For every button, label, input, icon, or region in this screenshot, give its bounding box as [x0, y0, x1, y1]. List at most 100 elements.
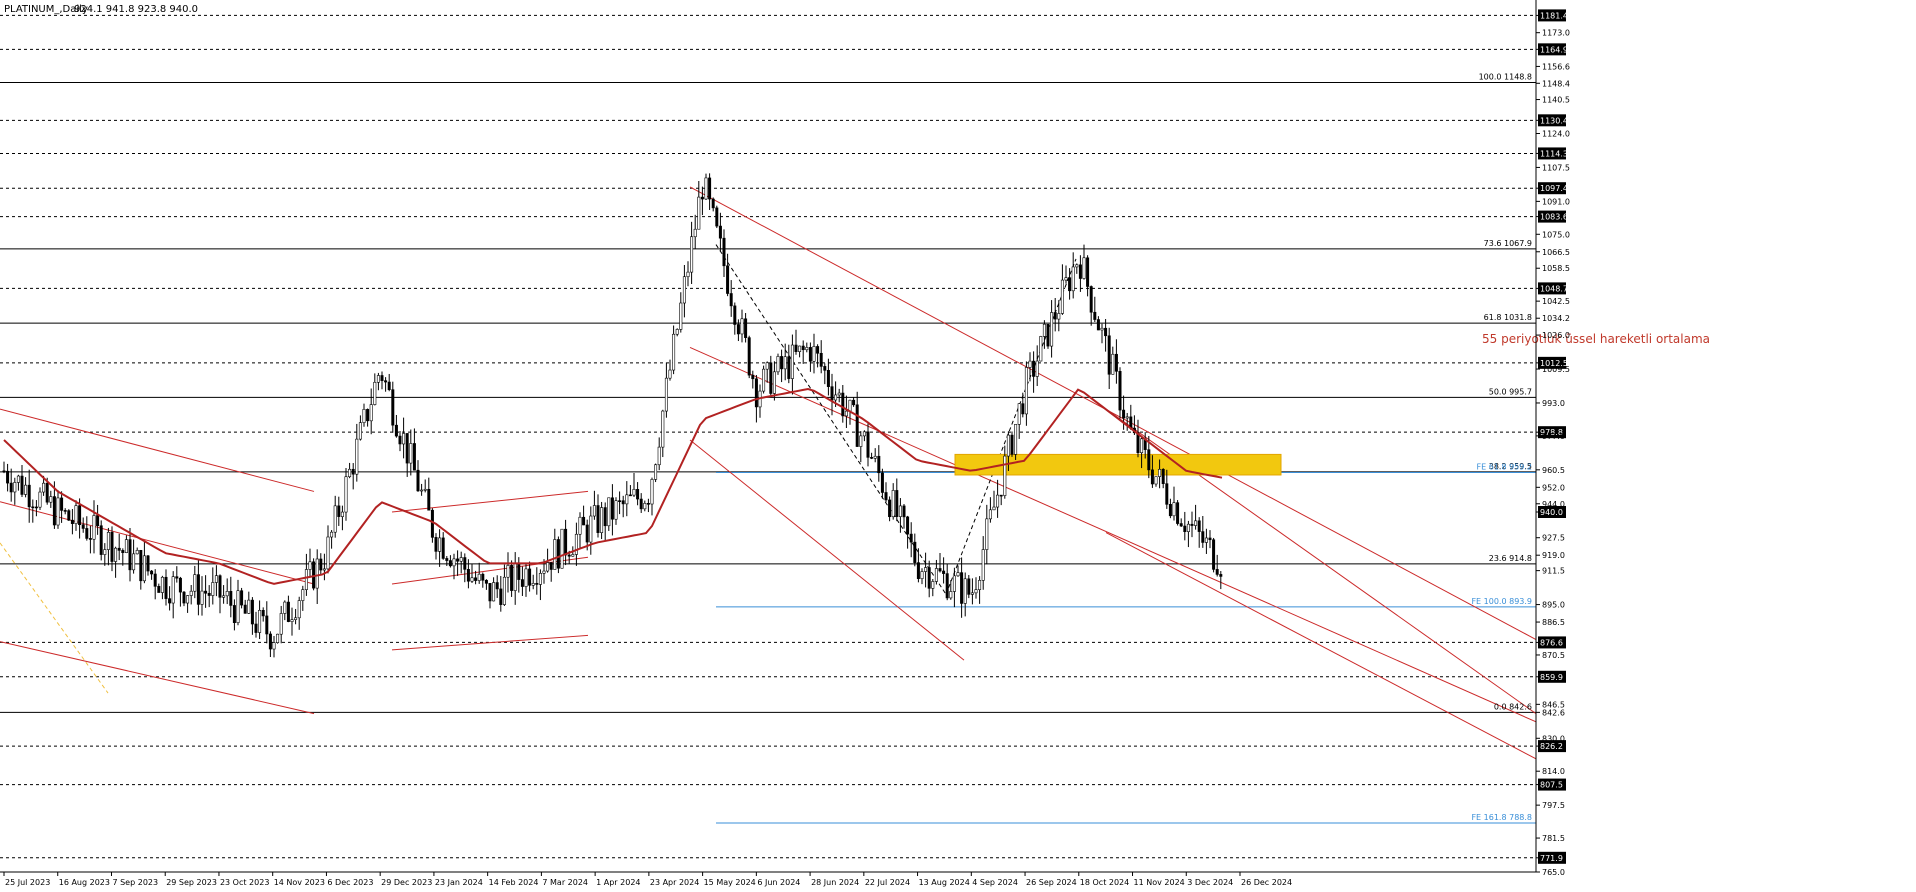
candle-body [1064, 277, 1068, 281]
candle-body [1114, 353, 1118, 372]
candle-body [13, 482, 17, 493]
candle-body [790, 344, 794, 379]
candle-body [506, 565, 510, 578]
candle-body [736, 324, 740, 335]
candle-body [1172, 502, 1176, 517]
candle-body [632, 489, 636, 496]
price-tick-label: 1048.7 [1540, 284, 1568, 293]
candle-body [776, 356, 780, 373]
candle-body [960, 572, 964, 604]
candle-body [1183, 525, 1187, 532]
candle-body [121, 550, 125, 553]
candle-body [175, 576, 179, 579]
candle-body [1046, 323, 1050, 347]
candle-body [229, 591, 233, 606]
candle-body [906, 516, 910, 535]
candle-body [362, 409, 366, 423]
candle-body [186, 595, 190, 604]
candle-body [1168, 504, 1172, 517]
candle-body [1028, 360, 1032, 368]
candle-body [1107, 335, 1111, 375]
time-tick-label: 14 Feb 2024 [489, 878, 539, 887]
candle-body [636, 489, 640, 500]
candle-body [567, 554, 571, 557]
candle-body [1089, 286, 1093, 313]
candle-body [528, 568, 532, 586]
candle-body [355, 438, 359, 475]
candle-body [1201, 531, 1205, 543]
candle-body [488, 583, 492, 602]
candle-body [171, 576, 175, 604]
candle-body [967, 578, 971, 595]
candle-body [657, 446, 661, 466]
candle-body [492, 582, 496, 602]
candle-body [157, 586, 161, 593]
candle-body [772, 371, 776, 394]
chart-window[interactable]: 100.0 1148.8 73.6 1067.9 61.8 1031.8 50.0 9… [0, 0, 1916, 888]
candle-body [1111, 353, 1115, 375]
price-tick-label: 765.0 [1542, 868, 1565, 877]
price-tick-label: 1140.5 [1542, 96, 1570, 105]
candle-body [52, 496, 56, 526]
candle-body [1075, 264, 1079, 268]
candle-body [1140, 438, 1144, 454]
candle-body [409, 443, 413, 464]
time-tick-label: 29 Sep 2023 [166, 878, 217, 887]
candle-body [398, 435, 402, 445]
price-axis[interactable]: 1181.4 1173.0 1164.9 1156.6 1148.4 1140.5 1130… [1535, 0, 1570, 877]
candle-body [218, 575, 222, 598]
candle-body [1197, 520, 1201, 532]
candle-body [690, 236, 694, 273]
candle-body [848, 399, 852, 412]
ema-annotation: 55 periyotluk üssel hareketli ortalama [1482, 332, 1710, 346]
candle-body [402, 433, 406, 445]
candle-body [1024, 367, 1028, 415]
candle-body [931, 581, 935, 589]
candle-body [546, 562, 550, 572]
candle-body [535, 582, 539, 585]
candle-body [2, 470, 6, 473]
candle-body [578, 516, 582, 535]
candle-body [826, 370, 830, 387]
candle-body [1053, 312, 1057, 320]
candle-body [643, 502, 647, 510]
candle-body [672, 333, 676, 371]
candle-body [283, 601, 287, 614]
candle-body [592, 505, 596, 517]
price-chart[interactable]: 100.0 1148.8 73.6 1067.9 61.8 1031.8 50.0 9… [0, 0, 1916, 888]
candle-body [607, 497, 611, 527]
candle-body [589, 515, 593, 543]
candle-body [553, 539, 557, 570]
candle-body [614, 500, 618, 520]
candle-body [952, 575, 956, 592]
candle-body [711, 198, 715, 209]
candle-body [646, 502, 650, 505]
candle-body [880, 472, 884, 493]
candle-body [34, 506, 38, 509]
candle-body [693, 228, 697, 238]
candle-body [564, 528, 568, 556]
time-tick-label: 23 Oct 2023 [220, 878, 269, 887]
candle-body [92, 515, 96, 540]
candle-body [301, 589, 305, 601]
price-tick-label: 1173.0 [1542, 29, 1570, 38]
candle-body [178, 577, 182, 593]
candle-body [135, 550, 139, 555]
candle-body [621, 500, 625, 505]
candle-body [294, 617, 298, 620]
candle-body [348, 468, 352, 478]
candle-body [164, 576, 168, 599]
price-tick-label: 940.0 [1540, 508, 1563, 517]
time-tick-label: 22 Jul 2024 [865, 878, 910, 887]
price-tick-label: 1083.6 [1540, 213, 1568, 222]
candle-body [106, 532, 110, 550]
candle-body [679, 302, 683, 330]
candle-body [240, 590, 244, 606]
time-tick-label: 16 Aug 2023 [59, 878, 110, 887]
price-tick-label: 993.0 [1542, 399, 1565, 408]
candle-body [513, 563, 517, 591]
candle-body [254, 623, 258, 633]
candle-body [366, 409, 370, 422]
candle-body [9, 482, 13, 493]
candle-body [582, 516, 586, 526]
